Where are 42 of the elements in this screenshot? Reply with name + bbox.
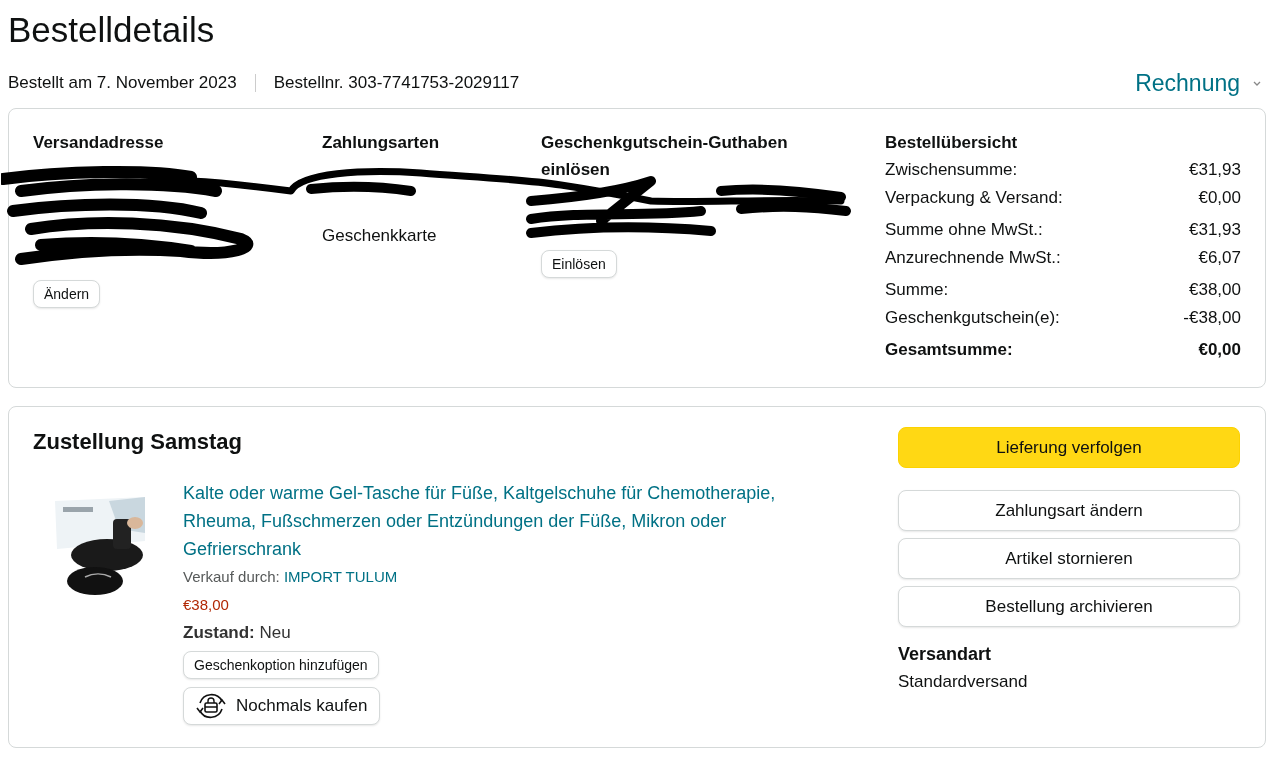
page-title: Bestelldetails	[8, 10, 216, 50]
column-heading: Zahlungsarten	[322, 132, 441, 154]
action-button[interactable]: Lieferung verfolgen	[898, 427, 1240, 468]
summary-value: -€38,00	[1183, 306, 1241, 329]
total-label: Gesamtsumme:	[885, 339, 1013, 361]
gift-option-button[interactable]: Geschenkoption hinzufügen	[183, 651, 379, 679]
condition-value: Neu	[259, 623, 291, 642]
delivery-heading: Zustellung Samstag	[33, 429, 244, 455]
column-heading: Versandadresse	[33, 132, 165, 154]
shipping-method: Standardversand	[898, 671, 1029, 693]
summary-value: €38,00	[1189, 279, 1241, 301]
seller-label: Verkauf durch:	[183, 568, 280, 585]
condition-label: Zustand:	[183, 623, 255, 642]
action-button[interactable]: Zahlungsart ändern	[898, 490, 1240, 531]
summary-label: Zwischensumme:	[885, 159, 1018, 181]
column-heading: Bestellübersicht	[885, 132, 1019, 154]
buy-again-icon	[194, 691, 228, 721]
summary-label: Summe ohne MwSt.:	[885, 219, 1043, 241]
payment-method: Geschenkkarte	[322, 225, 438, 247]
product-title-link[interactable]: Kalte oder warme Gel-Tasche für Füße, Kaltgelschuhe für Chemotherapie, Rheuma, Fußschmerzen oder Entzündungen der Füße, Mikron oder Gefrierschrank	[183, 479, 833, 563]
action-button[interactable]: Bestellung archivieren	[898, 586, 1240, 627]
seller-link[interactable]: IMPORT TULUM	[283, 568, 398, 585]
action-button[interactable]: Artikel stornieren	[898, 538, 1240, 579]
column-heading: Geschenkgutschein-Guthaben einlösen	[541, 132, 789, 181]
total-value: €0,00	[1198, 339, 1241, 361]
item-price: €38,00	[183, 595, 230, 615]
summary-label: Anzurechnende MwSt.:	[885, 246, 1061, 269]
shipping-method-heading: Versandart	[898, 643, 993, 666]
summary-label: Summe:	[885, 279, 949, 301]
order-date: Bestellt am 7. November 2023	[8, 73, 237, 93]
summary-value: €0,00	[1198, 186, 1241, 209]
summary-value: €31,93	[1189, 159, 1241, 181]
summary-value: €6,07	[1198, 246, 1241, 269]
buy-again-button[interactable]: Nochmals kaufen	[183, 687, 381, 725]
chevron-down-icon	[1252, 79, 1262, 87]
change-button[interactable]: Ändern	[33, 280, 101, 308]
summary-label: Verpackung & Versand:	[885, 186, 1063, 209]
redeem-button[interactable]: Einlösen	[541, 250, 617, 278]
order-number: Bestellnr. 303-7741753-2029117	[273, 73, 520, 93]
summary-label: Geschenkgutschein(e):	[885, 306, 1060, 329]
summary-value: €31,93	[1189, 219, 1241, 241]
invoice-link[interactable]: Rechnung	[1135, 69, 1240, 97]
